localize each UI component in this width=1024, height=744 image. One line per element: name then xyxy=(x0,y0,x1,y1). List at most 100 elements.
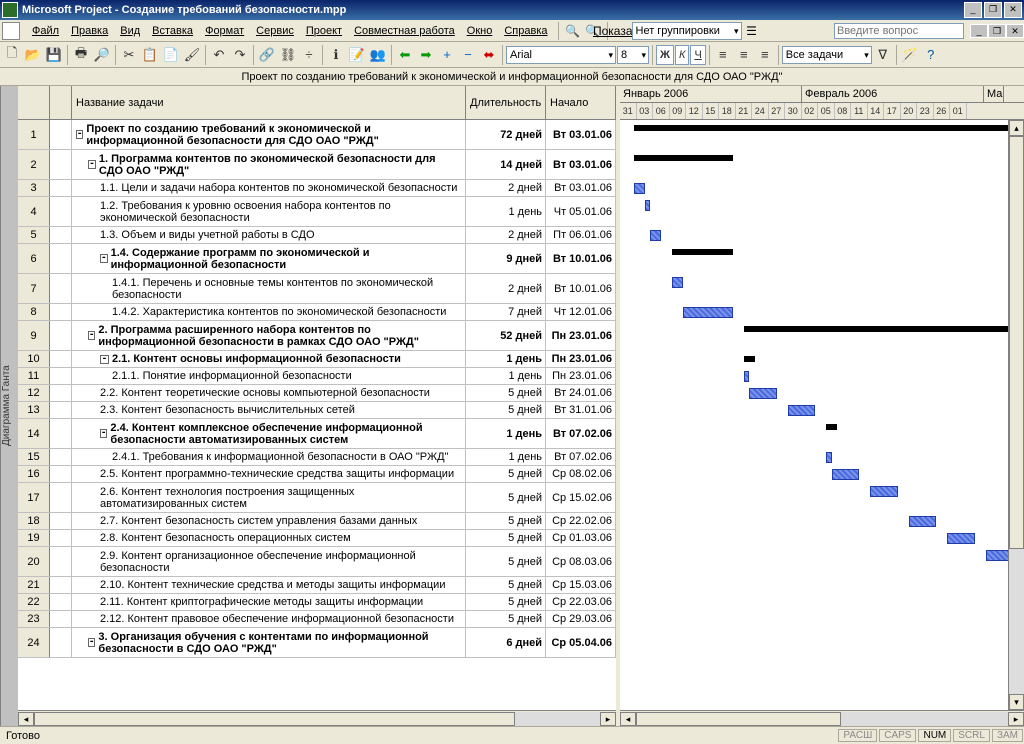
task-bar[interactable] xyxy=(650,230,661,241)
cell-start[interactable]: Вт 03.01.06 xyxy=(546,150,616,179)
gantt-row[interactable] xyxy=(620,483,1024,513)
cell-start[interactable]: Вт 03.01.06 xyxy=(546,180,616,196)
gantt-hscroll[interactable]: ◂ ▸ xyxy=(620,710,1024,726)
scroll-right-icon[interactable]: ▸ xyxy=(600,712,616,726)
paste-icon[interactable]: 📄 xyxy=(161,45,181,65)
cell-duration[interactable]: 5 дней xyxy=(466,547,546,576)
gantt-row[interactable] xyxy=(620,385,1024,402)
cell-duration[interactable]: 2 дней xyxy=(466,274,546,303)
cell-name[interactable]: -Проект по созданию требований к экономи… xyxy=(72,120,466,149)
column-duration[interactable]: Длительность xyxy=(466,86,546,119)
font-size-select[interactable]: 8 xyxy=(617,46,649,64)
outline-toggle-icon[interactable]: - xyxy=(76,130,83,139)
cell-start[interactable]: Вт 07.02.06 xyxy=(546,419,616,448)
pane-restore-button[interactable]: ❐ xyxy=(988,24,1006,38)
task-bar[interactable] xyxy=(645,200,651,211)
gantt-scroll-right-icon[interactable]: ▸ xyxy=(1008,712,1024,726)
table-row[interactable]: 41.2. Требования к уровню освоения набор… xyxy=(18,197,616,227)
gantt-row[interactable] xyxy=(620,244,1024,274)
save-icon[interactable]: 💾 xyxy=(44,45,64,65)
unlink-tasks-icon[interactable]: ⛓ xyxy=(278,45,298,65)
table-row[interactable]: 9-2. Программа расширенного набора конте… xyxy=(18,321,616,351)
cell-start[interactable]: Ср 22.02.06 xyxy=(546,513,616,529)
cell-duration[interactable]: 5 дней xyxy=(466,611,546,627)
table-row[interactable]: 182.7. Контент безопасность систем управ… xyxy=(18,513,616,530)
table-row[interactable]: 172.6. Контент технология построения защ… xyxy=(18,483,616,513)
cell-name[interactable]: 2.6. Контент технология построения защищ… xyxy=(72,483,466,512)
cell-duration[interactable]: 52 дней xyxy=(466,321,546,350)
gantt-row[interactable] xyxy=(620,120,1024,150)
cell-duration[interactable]: 2 дней xyxy=(466,180,546,196)
table-row[interactable]: 14-2.4. Контент комплексное обеспечение … xyxy=(18,419,616,449)
cell-start[interactable]: Ср 29.03.06 xyxy=(546,611,616,627)
cell-start[interactable]: Пт 06.01.06 xyxy=(546,227,616,243)
outdent-icon[interactable]: ⬅ xyxy=(395,45,415,65)
summary-bar[interactable] xyxy=(826,424,837,430)
align-center-icon[interactable]: ≡ xyxy=(734,45,754,65)
task-notes-icon[interactable]: 📝 xyxy=(347,45,367,65)
cell-duration[interactable]: 72 дней xyxy=(466,120,546,149)
cell-name[interactable]: 2.10. Контент технические средства и мет… xyxy=(72,577,466,593)
cell-duration[interactable]: 5 дней xyxy=(466,402,546,418)
table-row[interactable]: 222.11. Контент криптографические методы… xyxy=(18,594,616,611)
cell-start[interactable]: Ср 08.03.06 xyxy=(546,547,616,576)
cell-start[interactable]: Ср 05.04.06 xyxy=(546,628,616,657)
cell-start[interactable]: Чт 12.01.06 xyxy=(546,304,616,320)
summary-bar[interactable] xyxy=(634,155,733,161)
cell-duration[interactable]: 5 дней xyxy=(466,483,546,512)
cell-duration[interactable]: 7 дней xyxy=(466,304,546,320)
cell-name[interactable]: -2. Программа расширенного набора контен… xyxy=(72,321,466,350)
cell-duration[interactable]: 5 дней xyxy=(466,466,546,482)
task-bar[interactable] xyxy=(832,469,860,480)
print-preview-icon[interactable]: 🔎 xyxy=(92,45,112,65)
gantt-row[interactable] xyxy=(620,594,1024,611)
cell-duration[interactable]: 9 дней xyxy=(466,244,546,273)
cell-duration[interactable]: 14 дней xyxy=(466,150,546,179)
gantt-row[interactable] xyxy=(620,402,1024,419)
cell-name[interactable]: 2.5. Контент программно-технические сред… xyxy=(72,466,466,482)
table-row[interactable]: 192.8. Контент безопасность операционных… xyxy=(18,530,616,547)
gantt-row[interactable] xyxy=(620,180,1024,197)
grouping-select[interactable]: Нет группировки xyxy=(632,22,742,40)
align-left-icon[interactable]: ≡ xyxy=(713,45,733,65)
cell-name[interactable]: -1.4. Содержание программ по экономическ… xyxy=(72,244,466,273)
cell-name[interactable]: 2.7. Контент безопасность систем управле… xyxy=(72,513,466,529)
filter-select[interactable]: Все задачи xyxy=(782,46,872,64)
cell-name[interactable]: 1.2. Требования к уровню освоения набора… xyxy=(72,197,466,226)
table-row[interactable]: 10-2.1. Контент основы информационной бе… xyxy=(18,351,616,368)
gantt-row[interactable] xyxy=(620,321,1024,351)
cell-start[interactable]: Пн 23.01.06 xyxy=(546,321,616,350)
gantt-row[interactable] xyxy=(620,513,1024,530)
scroll-left-icon[interactable]: ◂ xyxy=(18,712,34,726)
table-row[interactable]: 202.9. Контент организационное обеспечен… xyxy=(18,547,616,577)
task-bar[interactable] xyxy=(749,388,777,399)
table-row[interactable]: 232.12. Контент правовое обеспечение инф… xyxy=(18,611,616,628)
summary-bar[interactable] xyxy=(744,326,1024,332)
table-row[interactable]: 31.1. Цели и задачи набора контентов по … xyxy=(18,180,616,197)
goto-task-icon[interactable]: ⬌ xyxy=(479,45,499,65)
cell-start[interactable]: Вт 03.01.06 xyxy=(546,120,616,149)
task-bar[interactable] xyxy=(947,533,975,544)
gantt-row[interactable] xyxy=(620,449,1024,466)
cell-name[interactable]: 1.1. Цели и задачи набора контентов по э… xyxy=(72,180,466,196)
outline-toggle-icon[interactable]: - xyxy=(100,429,107,438)
task-info-icon[interactable]: ℹ xyxy=(326,45,346,65)
menu-совместная работа[interactable]: Совместная работа xyxy=(348,23,461,39)
table-row[interactable]: 51.3. Объем и виды учетной работы в СДО2… xyxy=(18,227,616,244)
column-indicators[interactable] xyxy=(50,86,72,119)
cell-start[interactable]: Пн 23.01.06 xyxy=(546,368,616,384)
split-task-icon[interactable]: ÷ xyxy=(299,45,319,65)
column-name[interactable]: Название задачи xyxy=(72,86,466,119)
new-icon[interactable]: 🗋 xyxy=(2,45,22,65)
cell-start[interactable]: Вт 10.01.06 xyxy=(546,274,616,303)
gantt-row[interactable] xyxy=(620,197,1024,227)
show-subtasks-icon[interactable]: + xyxy=(437,45,457,65)
table-row[interactable]: 132.3. Контент безопасность вычислительн… xyxy=(18,402,616,419)
gantt-scroll-left-icon[interactable]: ◂ xyxy=(620,712,636,726)
restore-button[interactable]: ❐ xyxy=(984,2,1002,18)
gantt-row[interactable] xyxy=(620,150,1024,180)
gantt-row[interactable] xyxy=(620,227,1024,244)
cell-duration[interactable]: 1 день xyxy=(466,419,546,448)
task-bar[interactable] xyxy=(683,307,733,318)
task-bar[interactable] xyxy=(672,277,683,288)
